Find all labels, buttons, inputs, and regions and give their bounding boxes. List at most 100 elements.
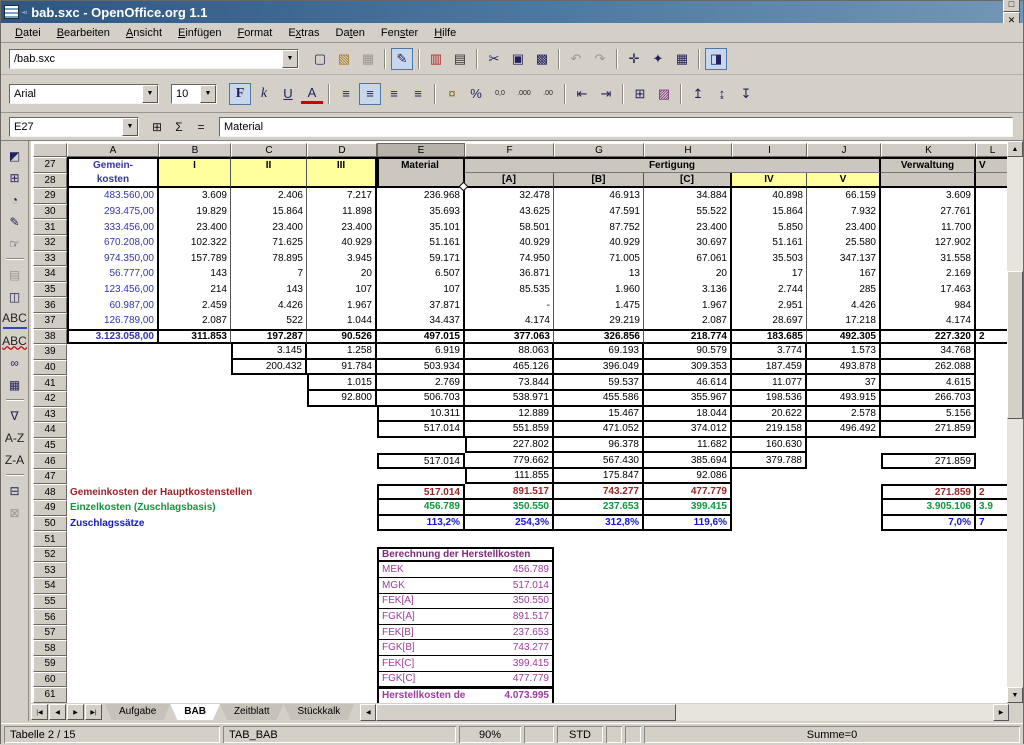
cell-J39[interactable]: 1.573 — [807, 344, 881, 360]
open-icon[interactable]: ▧ — [333, 48, 355, 70]
cell-C36[interactable]: 4.426 — [231, 297, 307, 313]
row-header-38[interactable]: 38 — [33, 329, 67, 345]
cell-F58[interactable]: 743.277 — [465, 640, 554, 656]
cell-F37[interactable]: 4.174 — [465, 313, 554, 329]
cell-K34[interactable]: 2.169 — [881, 266, 976, 282]
cell-E33[interactable]: 59.171 — [377, 251, 465, 267]
cell-E49[interactable]: 456.789 — [377, 500, 465, 516]
row-header-35[interactable]: 35 — [33, 282, 67, 298]
font-name-dropdown-icon[interactable]: ▼ — [142, 85, 158, 103]
scroll-up-icon[interactable]: ▲ — [1007, 141, 1023, 157]
sheet-tab-zeitblatt[interactable]: Zeitblatt — [220, 704, 284, 720]
cell-G41[interactable]: 59.537 — [554, 375, 644, 391]
delete-decimal-button[interactable]: .00 — [537, 83, 559, 105]
next-sheet-button[interactable]: ▶ — [67, 704, 84, 720]
align-middle-button[interactable]: ↨ — [711, 83, 733, 105]
formula-input[interactable] — [220, 118, 1012, 136]
cell-F31[interactable]: 58.501 — [465, 219, 554, 235]
cell-I37[interactable]: 28.697 — [732, 313, 807, 329]
cell-F32[interactable]: 40.929 — [465, 235, 554, 251]
cell-I46[interactable]: 379.788 — [732, 453, 807, 469]
cell-E61[interactable]: Herstellkosten der Periode — [377, 687, 465, 703]
cell-K33[interactable]: 31.558 — [881, 251, 976, 267]
datasources-icon[interactable]: ▦ — [671, 48, 693, 70]
cell-J38[interactable]: 492.305 — [807, 329, 881, 345]
cell-C29[interactable]: 2.406 — [231, 188, 307, 204]
cell-D33[interactable]: 3.945 — [307, 251, 377, 267]
navigator-icon[interactable]: ✛ — [623, 48, 645, 70]
find-replace-icon[interactable]: ∞ — [3, 352, 27, 373]
cell-F49[interactable]: 350.550 — [465, 500, 554, 516]
cell-D30[interactable]: 11.898 — [307, 204, 377, 220]
hyperlink-icon[interactable]: ✦ — [647, 48, 669, 70]
cell-I35[interactable]: 2.744 — [732, 282, 807, 298]
cell-E39[interactable]: 6.919 — [377, 344, 465, 360]
print-icon[interactable]: ▤ — [449, 48, 471, 70]
cell-H48[interactable]: 477.779 — [644, 484, 732, 500]
data-sources-icon[interactable]: ▦ — [3, 374, 27, 395]
cell-H33[interactable]: 67.061 — [644, 251, 732, 267]
row-header-59[interactable]: 59 — [33, 656, 67, 672]
font-size-combo[interactable]: ▼ — [171, 84, 217, 104]
cell-L28[interactable] — [976, 173, 1009, 189]
cell-K35[interactable]: 17.463 — [881, 282, 976, 298]
cell-A28[interactable]: kosten — [67, 173, 159, 189]
first-sheet-button[interactable]: |◀ — [31, 704, 48, 720]
row-header-32[interactable]: 32 — [33, 235, 67, 251]
cell-J35[interactable]: 285 — [807, 282, 881, 298]
cell-I36[interactable]: 2.951 — [732, 297, 807, 313]
cell-B37[interactable]: 2.087 — [159, 313, 231, 329]
cell-D34[interactable]: 20 — [307, 266, 377, 282]
cell-D42[interactable]: 92.800 — [307, 391, 377, 407]
row-header-40[interactable]: 40 — [33, 360, 67, 376]
group-icon[interactable]: ⊟ — [3, 480, 27, 501]
cell-K36[interactable]: 984 — [881, 297, 976, 313]
cell-K38[interactable]: 227.320 — [881, 329, 976, 345]
row-header-27[interactable]: 27 — [33, 157, 67, 173]
cell-F59[interactable]: 399.415 — [465, 656, 554, 672]
cell-D37[interactable]: 1.044 — [307, 313, 377, 329]
cell-A37[interactable]: 126.789,00 — [67, 313, 159, 329]
cell-J41[interactable]: 37 — [807, 375, 881, 391]
spreadsheet-area[interactable]: ABCDEFGHIJKL27Gemein-IIIIIIMaterialFerti… — [31, 141, 1009, 703]
column-header-G[interactable]: G — [554, 143, 644, 157]
column-header-A[interactable]: A — [67, 143, 159, 157]
sum-button[interactable]: Σ — [169, 117, 189, 137]
scroll-right-icon[interactable]: ▶ — [993, 704, 1009, 721]
cell-G47[interactable]: 175.847 — [554, 469, 644, 485]
insert-chart-icon[interactable]: ◔ — [3, 189, 27, 210]
column-header-L[interactable]: L — [976, 143, 1009, 157]
cell-I44[interactable]: 219.158 — [732, 422, 807, 438]
cell-H40[interactable]: 309.353 — [644, 360, 732, 376]
cell-E30[interactable]: 35.693 — [377, 204, 465, 220]
cell-E32[interactable]: 51.161 — [377, 235, 465, 251]
cell-reference-input[interactable] — [10, 118, 122, 136]
cell-J31[interactable]: 23.400 — [807, 219, 881, 235]
menu-hilfe[interactable]: Hilfe — [426, 25, 464, 41]
cell-G31[interactable]: 87.752 — [554, 219, 644, 235]
cell-G30[interactable]: 47.591 — [554, 204, 644, 220]
cell-C28[interactable] — [231, 173, 307, 189]
horizontal-scrollbar[interactable]: ◀ ▶ — [360, 704, 1009, 721]
cell-C31[interactable]: 23.400 — [231, 219, 307, 235]
cell-F38[interactable]: 377.063 — [465, 329, 554, 345]
cell-D38[interactable]: 90.526 — [307, 329, 377, 345]
edit-file-icon[interactable]: ✎ — [391, 48, 413, 70]
cell-C40[interactable]: 200.432 — [231, 360, 307, 376]
row-header-58[interactable]: 58 — [33, 640, 67, 656]
spellcheck-icon[interactable]: ABC — [3, 308, 27, 329]
cell-H38[interactable]: 218.774 — [644, 329, 732, 345]
cell-C27[interactable]: II — [231, 157, 307, 173]
column-header-F[interactable]: F — [465, 143, 554, 157]
cell-K43[interactable]: 5.156 — [881, 407, 976, 423]
cell-F34[interactable]: 36.871 — [465, 266, 554, 282]
cell-E59[interactable]: FEK[C] — [377, 656, 465, 672]
font-name-input[interactable] — [10, 85, 142, 103]
cell-F35[interactable]: 85.535 — [465, 282, 554, 298]
cell-J40[interactable]: 493.878 — [807, 360, 881, 376]
cell-G33[interactable]: 71.005 — [554, 251, 644, 267]
row-header-30[interactable]: 30 — [33, 204, 67, 220]
column-header-B[interactable]: B — [159, 143, 231, 157]
vertical-scroll-thumb[interactable] — [1007, 271, 1023, 419]
row-header-34[interactable]: 34 — [33, 266, 67, 282]
